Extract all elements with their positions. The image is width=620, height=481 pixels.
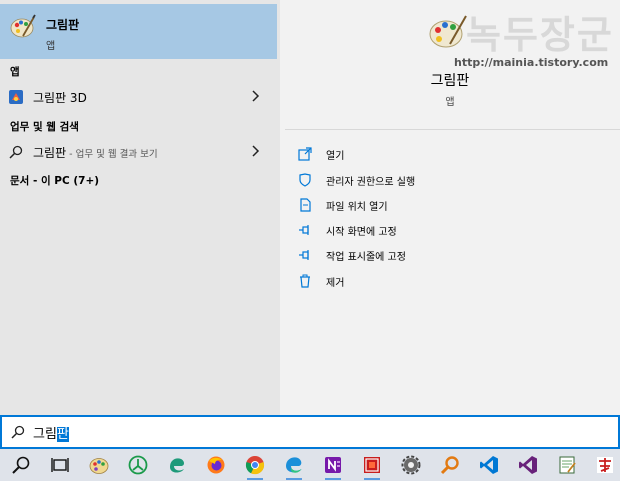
- taskbar-edge[interactable]: [279, 452, 309, 480]
- search-app-icon: [440, 456, 459, 475]
- notepad-icon: [559, 456, 576, 474]
- chevron-right-icon[interactable]: [251, 144, 261, 158]
- palette-icon: [429, 15, 467, 48]
- taskbar-app-red[interactable]: [357, 452, 387, 480]
- action-pin-to-taskbar[interactable]: 작업 표시줄에 고정: [298, 245, 598, 267]
- best-match-paint[interactable]: 그림판 앱: [0, 4, 277, 59]
- search-box[interactable]: 그림판: [0, 415, 620, 449]
- edge-icon: [286, 457, 302, 473]
- settings-gear-icon: [401, 455, 421, 475]
- task-view-icon: [51, 458, 69, 472]
- result-web-search[interactable]: 그림판 - 업무 및 웹 결과 보기: [0, 139, 277, 165]
- action-open-label: 열기: [326, 151, 345, 162]
- web-hint-text: - 업무 및 웹 결과 보기: [66, 149, 158, 160]
- result-paint-3d-label: 그림판 3D: [33, 91, 87, 105]
- watermark-url: http://mainia.tistory.com: [454, 56, 609, 69]
- result-web-search-label: 그림판 - 업무 및 웹 결과 보기: [33, 144, 158, 161]
- search-results-panel: 그림판 앱 앱 그림판 3D 업무 및 웹 검색 그림판 - 업무 및 웹 결과…: [0, 0, 280, 415]
- firefox-icon: [207, 456, 225, 474]
- taskbar-search-button[interactable]: [6, 452, 36, 478]
- pin-icon: [299, 225, 309, 235]
- taskbar-vscode[interactable]: [474, 452, 504, 478]
- action-run-as-admin-label: 관리자 권한으로 실행: [326, 177, 416, 188]
- search-icon: [11, 425, 25, 439]
- taskbar-app-green[interactable]: [123, 452, 153, 478]
- edge-legacy-icon: [170, 458, 184, 473]
- action-open[interactable]: 열기: [298, 144, 598, 166]
- taskbar: [0, 449, 620, 481]
- taskbar-edge-legacy[interactable]: [162, 452, 192, 478]
- taskbar-app-chinese[interactable]: [590, 452, 620, 478]
- detail-divider: [285, 129, 620, 130]
- paint-3d-icon: [9, 90, 23, 104]
- docs-section-heading[interactable]: 문서 - 이 PC (7+): [10, 173, 99, 188]
- taskbar-chrome[interactable]: [240, 452, 270, 480]
- apps-section-heading: 앱: [10, 66, 20, 78]
- visual-studio-icon: [519, 456, 537, 474]
- web-section-heading: 업무 및 웹 검색: [10, 121, 79, 133]
- action-pin-to-taskbar-label: 작업 표시줄에 고정: [326, 252, 406, 263]
- watermark-text: 녹두장군: [466, 12, 614, 57]
- action-pin-to-start-label: 시작 화면에 고정: [326, 227, 397, 238]
- paint-app-icon: [10, 14, 36, 38]
- vscode-icon: [480, 456, 498, 474]
- taskbar-settings[interactable]: [396, 452, 426, 478]
- search-input[interactable]: 그림판: [33, 423, 69, 442]
- web-query-text: 그림판: [33, 146, 67, 160]
- chevron-right-icon[interactable]: [251, 89, 261, 103]
- taskbar-onenote[interactable]: [318, 452, 348, 480]
- app-chinese-icon: [597, 457, 613, 473]
- best-match-subtitle: 앱: [46, 41, 56, 52]
- search-query-text: 그림: [33, 427, 57, 442]
- onenote-icon: [325, 457, 341, 473]
- action-pin-to-start[interactable]: 시작 화면에 고정: [298, 220, 598, 242]
- action-open-file-location[interactable]: 파일 위치 열기: [298, 195, 598, 217]
- action-uninstall[interactable]: 제거: [298, 271, 598, 293]
- taskbar-search-app[interactable]: [435, 452, 465, 478]
- pin-icon: [299, 250, 309, 260]
- result-paint-3d[interactable]: 그림판 3D: [0, 84, 277, 110]
- chrome-icon: [245, 456, 265, 475]
- watermark: 녹두장군 http://mainia.tistory.com: [428, 4, 620, 74]
- app-green-icon: [128, 455, 148, 475]
- taskbar-visual-studio[interactable]: [513, 452, 543, 478]
- taskbar-paint[interactable]: [84, 452, 114, 478]
- action-uninstall-label: 제거: [326, 278, 345, 289]
- paint-icon: [89, 458, 109, 474]
- best-match-title: 그림판: [46, 18, 80, 32]
- detail-subtitle: 앱: [445, 97, 455, 108]
- search-icon: [9, 145, 23, 159]
- taskbar-notepad[interactable]: [552, 452, 582, 478]
- trash-icon: [300, 274, 310, 288]
- action-open-file-location-label: 파일 위치 열기: [326, 202, 388, 213]
- taskbar-firefox[interactable]: [201, 452, 231, 478]
- shield-icon: [299, 173, 311, 187]
- app-red-icon: [364, 457, 380, 473]
- search-icon: [12, 456, 30, 474]
- open-icon: [298, 147, 312, 161]
- action-run-as-admin[interactable]: 관리자 권한으로 실행: [298, 170, 598, 192]
- search-query-selection: 판: [56, 427, 69, 442]
- taskbar-task-view[interactable]: [45, 452, 75, 478]
- file-icon: [300, 198, 311, 212]
